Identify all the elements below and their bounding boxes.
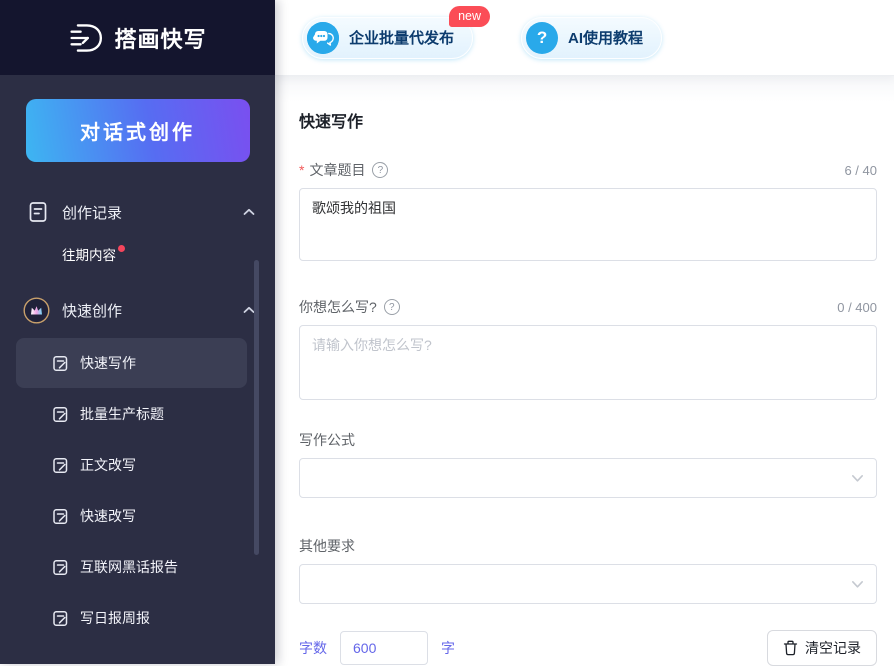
trash-icon (783, 640, 798, 656)
other-label: 其他要求 (299, 538, 355, 554)
enterprise-batch-publish-button[interactable]: 企业批量代发布 new (302, 5, 491, 59)
bottom-row: 字数 字 清空记录 (299, 630, 877, 666)
help-icon[interactable]: ? (372, 162, 389, 178)
doc-edit-icon (52, 559, 69, 576)
sidebar-scrollbar[interactable] (254, 260, 259, 555)
sidebar-group-quick-create[interactable]: 快速创作 (0, 288, 275, 332)
article-title-counter: 6 / 40 (844, 162, 877, 178)
sidebar-item-quick-rewrite[interactable]: 快速改写 (16, 491, 247, 541)
formula-field-head: 写作公式 (299, 430, 877, 450)
doc-edit-icon (52, 355, 69, 372)
formula-select[interactable] (299, 458, 877, 498)
question-icon: ? (526, 21, 559, 54)
document-icon (26, 201, 50, 223)
formula-label: 写作公式 (299, 432, 355, 448)
sidebar-nav: 对话式创作 创作记录 往期内容 快速创作 快速写作 批量生产标题 正文改写 快速… (0, 75, 275, 664)
sidebar-item-label: 往期内容 (62, 248, 116, 263)
sidebar-group-records[interactable]: 创作记录 (0, 190, 275, 234)
other-select[interactable] (299, 564, 877, 604)
sidebar-item-batch-titles[interactable]: 批量生产标题 (16, 389, 247, 439)
sidebar-item-label: 快速写作 (80, 355, 136, 371)
app-logo: 搭画快写 (0, 0, 275, 75)
doc-edit-icon (52, 457, 69, 474)
ai-tutorial-label: AI使用教程 (568, 30, 644, 47)
sidebar-item-quick-writing[interactable]: 快速写作 (16, 338, 247, 388)
other-field-head: 其他要求 (299, 536, 877, 556)
sidebar-group-label: 快速创作 (62, 302, 123, 320)
sidebar-item-past-content[interactable]: 往期内容 (0, 234, 275, 274)
how-to-write-field-head: 你想怎么写? ? 0 / 400 (299, 297, 877, 317)
app-logo-icon (68, 20, 104, 56)
new-badge: new (449, 5, 491, 27)
clear-records-label: 清空记录 (805, 640, 861, 656)
sidebar-item-label: 快速改写 (80, 508, 136, 524)
word-count-label: 字数 (299, 640, 327, 656)
article-title-label: 文章题目 (309, 162, 366, 178)
sidebar-item-internet-jargon[interactable]: 互联网黑话报告 (16, 542, 247, 592)
article-title-input[interactable]: 歌颂我的祖国 (299, 188, 877, 261)
chevron-up-icon (243, 208, 255, 216)
help-icon[interactable]: ? (383, 299, 400, 315)
sidebar-item-body-rewrite[interactable]: 正文改写 (16, 440, 247, 490)
chevron-down-icon (851, 580, 864, 589)
ai-tutorial-button[interactable]: ? AI使用教程 (521, 16, 663, 59)
word-count-unit: 字 (441, 640, 455, 656)
enterprise-batch-publish-label: 企业批量代发布 (349, 30, 455, 47)
dialog-create-button[interactable]: 对话式创作 (25, 99, 250, 162)
notification-dot (118, 244, 125, 252)
sidebar-group-label: 创作记录 (62, 204, 123, 222)
clear-records-button[interactable]: 清空记录 (767, 630, 877, 666)
main-area: 企业批量代发布 new ? AI使用教程 快速写作 * 文章题目 ? 6 / 4… (275, 0, 894, 666)
doc-edit-icon (52, 508, 69, 525)
page-title: 快速写作 (299, 114, 364, 131)
sidebar-item-label: 互联网黑话报告 (80, 559, 178, 575)
required-mark: * (299, 162, 305, 178)
article-title-field-head: * 文章题目 ? 6 / 40 (299, 160, 877, 180)
sidebar-item-daily-weekly-report[interactable]: 写日报周报 (16, 593, 247, 643)
doc-edit-icon (52, 610, 69, 627)
sidebar-item-label: 批量生产标题 (80, 406, 164, 422)
chat-bubbles-icon (307, 21, 339, 54)
how-to-write-label: 你想怎么写? (299, 299, 377, 315)
how-to-write-counter: 0 / 400 (837, 299, 877, 315)
word-count-input[interactable] (340, 631, 428, 665)
sidebar-item-label: 正文改写 (80, 457, 136, 473)
crown-icon (22, 296, 50, 324)
app-title: 搭画快写 (114, 26, 207, 52)
how-to-write-input[interactable] (299, 325, 877, 400)
quick-writing-form: 快速写作 * 文章题目 ? 6 / 40 歌颂我的祖国 你想怎么写? ? 0 /… (275, 76, 894, 666)
chevron-down-icon (851, 474, 864, 483)
top-header: 企业批量代发布 new ? AI使用教程 (275, 0, 894, 76)
sidebar: 搭画快写 对话式创作 创作记录 往期内容 快速创作 快速写作 批量生产标题 正文… (0, 0, 275, 664)
doc-edit-icon (52, 406, 69, 423)
sidebar-item-label: 写日报周报 (80, 610, 150, 626)
